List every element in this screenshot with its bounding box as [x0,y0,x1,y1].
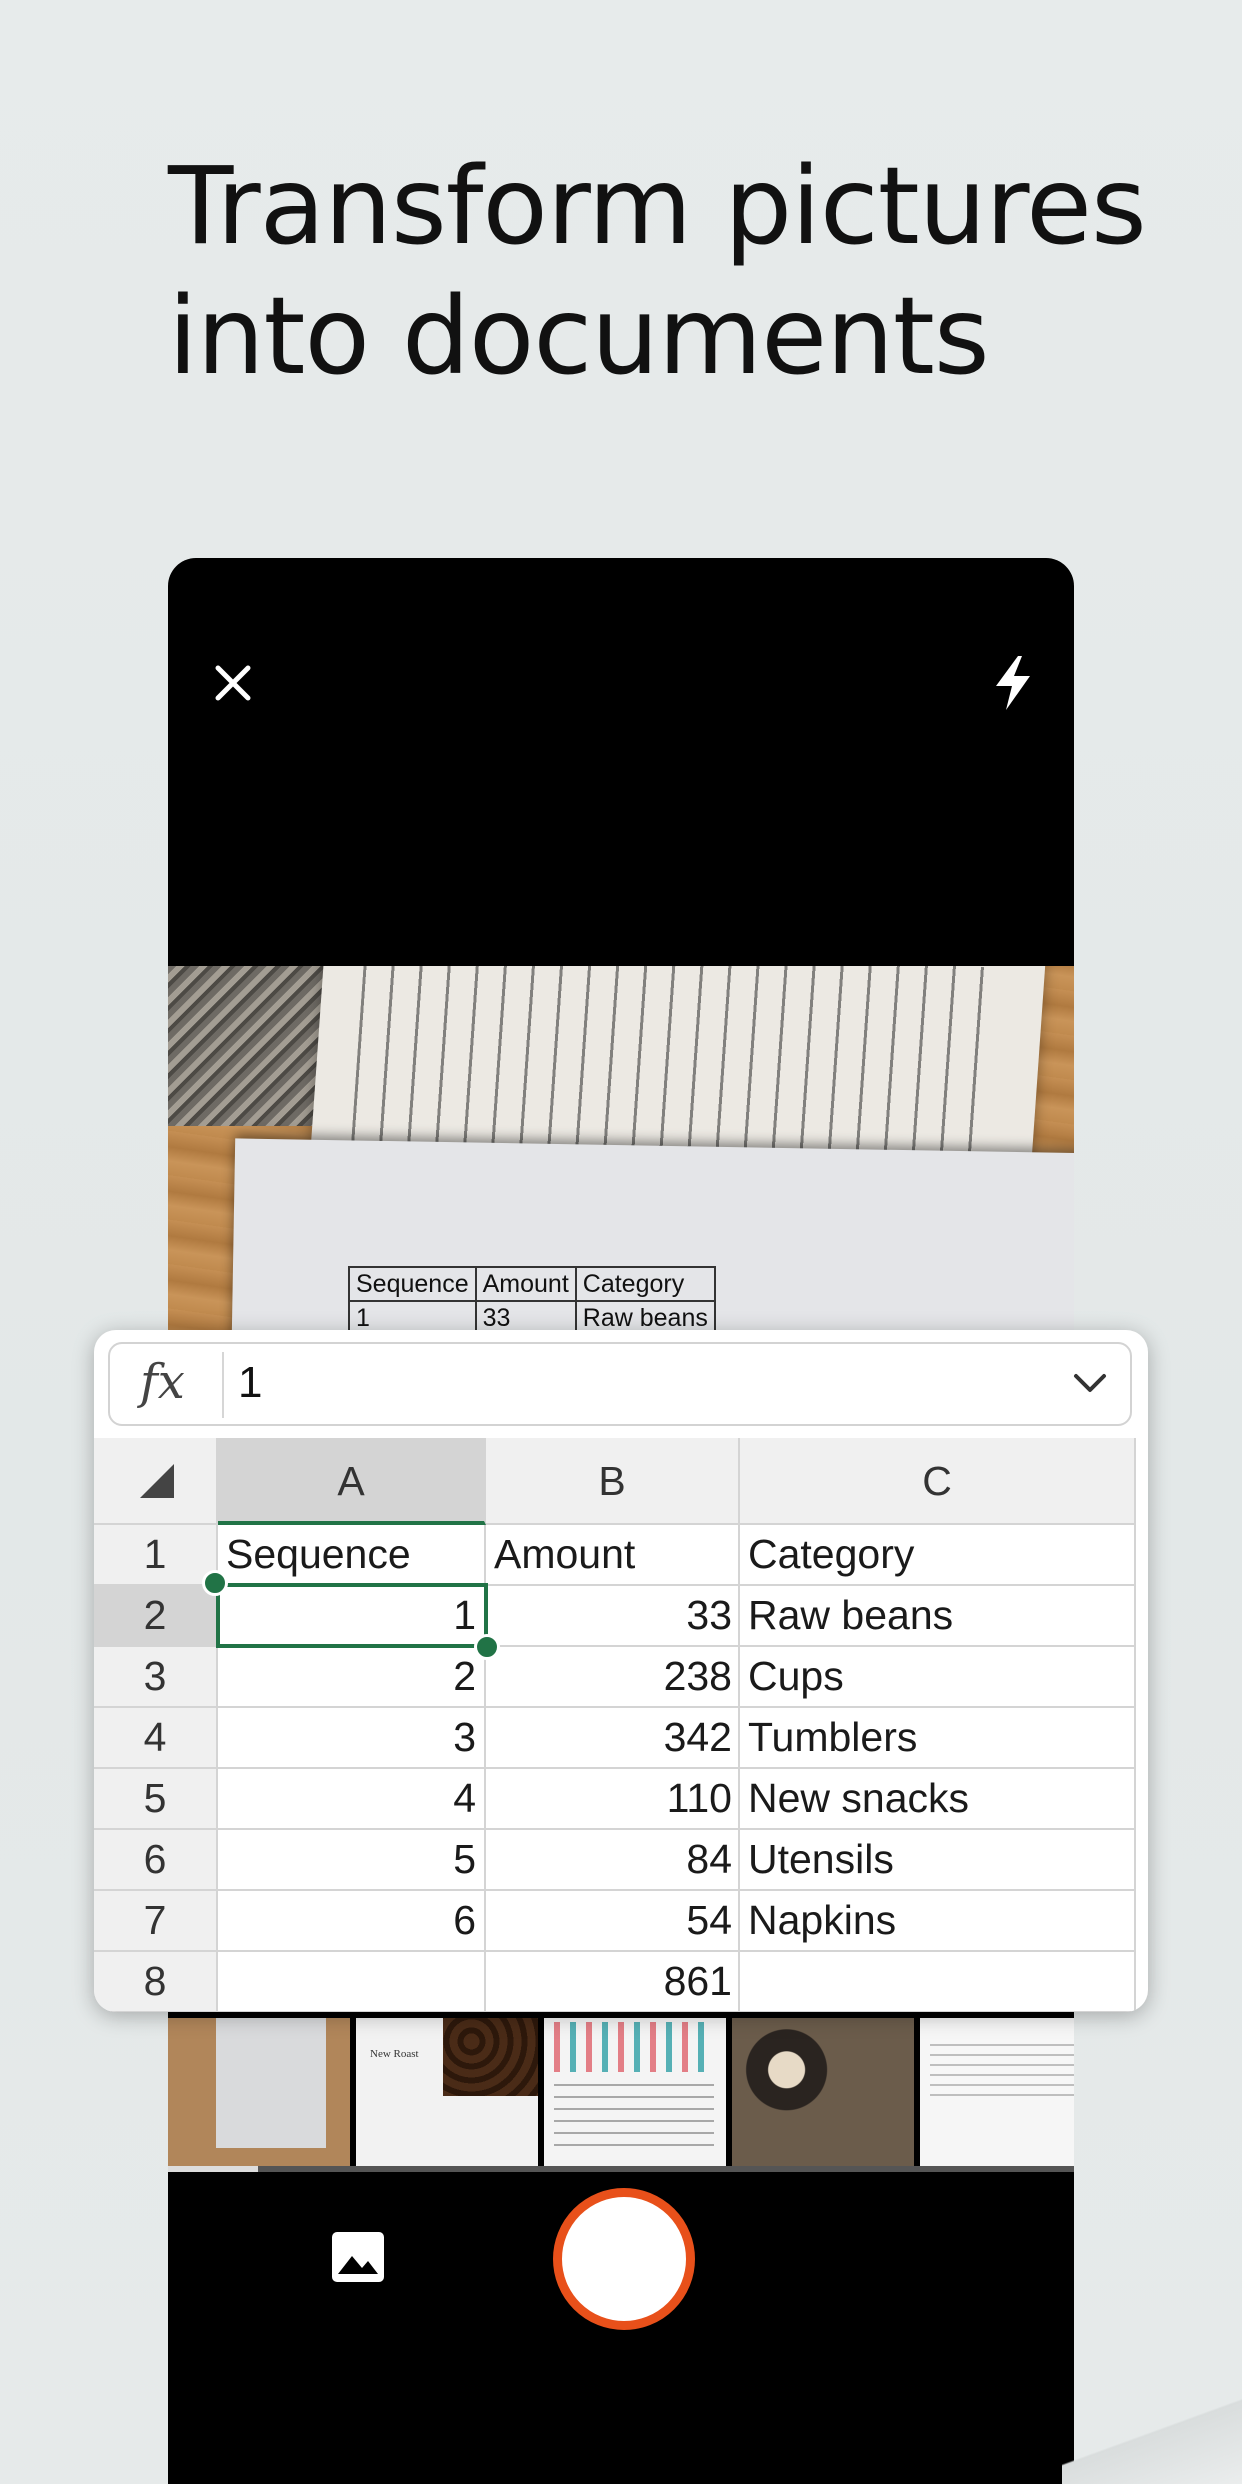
thumbnail-document[interactable] [168,2018,350,2166]
shutter-button[interactable] [553,2188,695,2330]
cell-a4[interactable]: 3 [218,1708,486,1769]
fx-label: fx [140,1354,185,1410]
thumbnail-scroll-indicator [168,2166,1074,2172]
thumbnail-label: New Roast [370,2048,419,2060]
cell-c5[interactable]: New snacks [740,1769,1136,1830]
table-row: 3 2 238 Cups [94,1647,1148,1708]
scanned-paper-table: Sequence Amount Category 1 33 Raw beans [348,1266,716,1336]
thumbnail-coffee[interactable] [732,2018,914,2166]
cell-b8[interactable]: 861 [486,1952,740,2012]
select-all-corner[interactable] [94,1438,218,1525]
table-row: 6 5 84 Utensils [94,1830,1148,1891]
cell-a2[interactable]: 1 [218,1586,486,1647]
column-header-c[interactable]: C [740,1438,1136,1525]
row-header[interactable]: 6 [94,1830,218,1891]
thumbnail-new-roast[interactable]: New Roast [356,2018,538,2166]
table-row: 8 861 [94,1952,1148,2012]
cell-a7[interactable]: 6 [218,1891,486,1952]
cell-a5[interactable]: 4 [218,1769,486,1830]
row-header[interactable]: 7 [94,1891,218,1952]
table-row: 5 4 110 New snacks [94,1769,1148,1830]
chevron-down-icon[interactable] [1070,1366,1110,1402]
row-header[interactable]: 3 [94,1647,218,1708]
cell-c4[interactable]: Tumblers [740,1708,1136,1769]
gallery-icon [332,2232,384,2282]
scanned-header-1: Sequence [348,1266,477,1302]
cell-c8[interactable] [740,1952,1136,2012]
selection-handle-start[interactable] [202,1570,228,1596]
headline: Transform pictures into documents [168,142,1168,402]
row-header[interactable]: 5 [94,1769,218,1830]
row-header[interactable]: 2 [94,1586,218,1647]
selection-handle-end[interactable] [474,1634,500,1660]
headline-line-2: into documents [168,275,990,399]
cell-a6[interactable]: 5 [218,1830,486,1891]
row-header[interactable]: 8 [94,1952,218,2012]
cell-c3[interactable]: Cups [740,1647,1136,1708]
formula-bar[interactable]: fx 1 [108,1342,1132,1426]
row-header[interactable]: 4 [94,1708,218,1769]
cell-c7[interactable]: Napkins [740,1891,1136,1952]
close-button[interactable] [208,658,258,708]
headline-line-1: Transform pictures [168,145,1147,269]
table-row: 1 Sequence Amount Category [94,1525,1148,1586]
cell-b3[interactable]: 238 [486,1647,740,1708]
spreadsheet-card: fx 1 A B C 1 Sequence Amount Category 2 … [94,1330,1148,2012]
table-row: 4 3 342 Tumblers [94,1708,1148,1769]
scanned-header-3: Category [574,1266,716,1302]
cell-a8[interactable] [218,1952,486,2012]
cell-b6[interactable]: 84 [486,1830,740,1891]
cell-a1[interactable]: Sequence [218,1525,486,1586]
gallery-button[interactable] [330,2230,386,2284]
cell-b4[interactable]: 342 [486,1708,740,1769]
cell-b5[interactable]: 110 [486,1769,740,1830]
table-row: 7 6 54 Napkins [94,1891,1148,1952]
recent-thumbnails: New Roast [168,2018,1074,2174]
app-store-screenshot: Transform pictures into documents Sequen… [0,0,1242,2484]
background-surface-edge [1062,2384,1242,2484]
table-row: 2 1 33 Raw beans [94,1586,1148,1647]
cell-c2[interactable]: Raw beans [740,1586,1136,1647]
scanned-header-2: Amount [474,1266,577,1302]
flash-button[interactable] [992,654,1036,712]
cell-c6[interactable]: Utensils [740,1830,1136,1891]
select-all-icon [140,1464,174,1498]
cell-a3[interactable]: 2 [218,1647,486,1708]
column-header-row: A B C [94,1438,1148,1525]
formula-value[interactable]: 1 [238,1358,262,1408]
row-header[interactable]: 1 [94,1525,218,1586]
thumbnail-notes[interactable] [920,2018,1074,2166]
cell-b7[interactable]: 54 [486,1891,740,1952]
column-header-b[interactable]: B [486,1438,740,1525]
column-header-a[interactable]: A [218,1438,486,1525]
close-icon [215,665,251,701]
thumbnail-report[interactable] [544,2018,726,2166]
flash-icon [996,656,1030,710]
cell-b1[interactable]: Amount [486,1525,740,1586]
cell-b2[interactable]: 33 [486,1586,740,1647]
cell-c1[interactable]: Category [740,1525,1136,1586]
